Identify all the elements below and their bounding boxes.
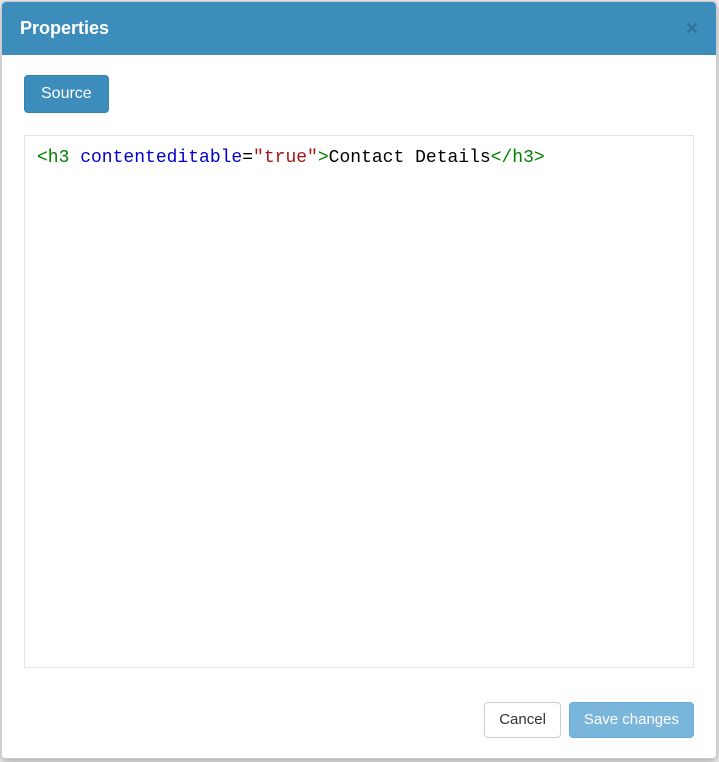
modal-footer: Cancel Save changes [2,686,716,758]
source-button[interactable]: Source [24,75,109,113]
modal-title: Properties [20,18,109,39]
modal-header: Properties × [2,2,716,55]
close-button[interactable]: × [686,18,698,39]
html-attr-name: contenteditable [69,148,242,168]
html-text-content: Contact Details [329,148,491,168]
properties-modal: Properties × Source <h3 contenteditable=… [1,1,717,759]
close-icon: × [686,17,698,40]
html-attr-value: "true" [253,148,318,168]
html-attr-eq: = [242,148,253,168]
cancel-button[interactable]: Cancel [484,702,561,738]
save-changes-button[interactable]: Save changes [569,702,694,738]
modal-body: Source <h3 contenteditable="true">Contac… [2,55,716,686]
html-close-tag: </h3> [491,148,545,168]
html-open-tag: <h3 [37,148,69,168]
html-open-tag-close: > [318,148,329,168]
source-editor[interactable]: <h3 contenteditable="true">Contact Detai… [24,135,694,668]
